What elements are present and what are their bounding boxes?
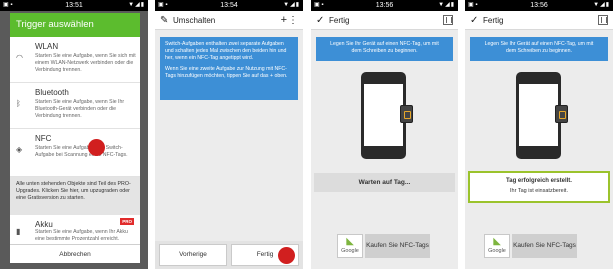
signal-battery-icons: ▼◢▮ [438,2,455,8]
signal-battery-icons: ▼◢▮ [283,2,300,8]
item-title: Bluetooth [35,88,69,97]
panel-trigger-select: ▣ ▪ 13:51 ▼◢▮ Trigger auswählen ◠ WLAN S… [0,0,148,269]
touch-indicator [278,247,295,264]
nfc-settings-icon[interactable] [443,15,453,25]
cancel-button[interactable]: Abbrechen [10,244,140,263]
pro-upgrade-note[interactable]: Alle unten stehenden Objekte sind Teil d… [10,177,140,215]
status-time: 13:56 [375,2,394,9]
previous-button[interactable]: Vorherige [159,244,227,266]
status-time: 13:51 [65,2,83,9]
panel-write-tag: ▣ ▪ 13:56 ▼◢▮ ✓ Fertig Legen Sie Ihr Ger… [311,0,458,269]
trigger-dialog: Trigger auswählen ◠ WLAN Starten Sie ein… [10,13,140,263]
status-time: 13:54 [220,2,238,9]
google-logo: ◣ Google [337,234,363,258]
notification-icons: ▣ ▪ [468,2,478,8]
check-icon[interactable]: ✓ [470,11,478,30]
status-time: 13:56 [530,2,548,9]
back-wand-icon[interactable]: ✎ [160,11,168,30]
google-label: Google [488,248,506,254]
item-title: WLAN [35,42,59,51]
signal-battery-icons: ▼◢▮ [128,2,145,8]
google-wallet-icon: ◣ [346,236,354,246]
trigger-item-akku[interactable]: ▮ Akku PRO Starten Sie eine Aufgabe, wen… [10,215,140,244]
phone-screen [364,84,403,146]
overflow-menu-icon[interactable]: ⋮ [288,11,298,30]
panel-switch-task: ▣ ▪ 13:54 ▼◢▮ ✎ Umschalten + ⋮ Switch-Au… [155,0,303,269]
pro-badge: PRO [120,218,134,225]
check-icon[interactable]: ✓ [316,11,324,30]
item-title: NFC [35,134,52,143]
action-bar: ✎ Umschalten + ⋮ [155,11,303,30]
panel-tag-created: ▣ ▪ 13:56 ▼◢▮ ✓ Fertig Legen Sie Ihr Ger… [465,0,613,269]
success-subtitle: Ihr Tag ist einsatzbereit. [510,188,568,194]
phone-illustration [516,72,568,159]
item-desc: Starten Sie eine Aufgabe, wenn Sie Ihr B… [35,99,125,119]
google-wallet-icon: ◣ [493,236,501,246]
item-desc: Starten Sie eine Aufgabe, wenn Ihr Akku … [35,229,128,242]
info-paragraph-2: Wenn Sie eine zweite Aufgabe zur Nutzung… [165,66,288,80]
google-logo: ◣ Google [484,234,510,258]
status-bar: ▣ ▪ 13:51 ▼◢▮ [0,0,148,11]
nfc-tag-illustration [400,105,413,123]
info-paragraph-1: Switch-Aufgaben enthalten zwei separate … [165,41,287,61]
buy-nfc-tags-button[interactable]: Kaufen Sie NFC-Tags [512,234,577,258]
trigger-item-wlan[interactable]: ◠ WLAN Starten Sie eine Aufgabe, wenn Si… [10,37,140,83]
status-bar: ▣ ▪ 13:54 ▼◢▮ [155,0,303,11]
touch-indicator [88,139,105,156]
wifi-icon: ◠ [16,53,23,62]
trigger-item-bluetooth[interactable]: ᛒ Bluetooth Starten Sie eine Aufgabe, we… [10,83,140,129]
status-bar: ▣ ▪ 13:56 ▼◢▮ [465,0,613,11]
battery-icon: ▮ [16,227,21,236]
success-message: Tag erfolgreich erstellt. Ihr Tag ist ei… [468,171,610,203]
action-bar: ✓ Fertig [311,11,458,30]
notification-icons: ▣ ▪ [314,2,324,8]
bluetooth-icon: ᛒ [16,99,21,108]
notification-icons: ▣ ▪ [3,2,13,8]
item-desc: Starten Sie eine Aufgabe oder Switch-Auf… [35,145,128,158]
signal-battery-icons: ▼◢▮ [593,2,610,8]
info-message: Switch-Aufgaben enthalten zwei separate … [160,37,298,100]
nfc-settings-icon[interactable] [598,15,608,25]
add-icon[interactable]: + [281,11,287,30]
google-label: Google [341,248,359,254]
nfc-icon: ◈ [16,145,23,154]
notification-icons: ▣ ▪ [158,2,168,8]
nfc-tag-illustration [555,105,568,123]
buy-nfc-tags-button[interactable]: Kaufen Sie NFC-Tags [365,234,430,258]
dialog-title: Trigger auswählen [10,13,140,37]
instruction-message: Legen Sie Ihr Gerät auf einen NFC-Tag, u… [316,37,453,61]
screen-title: Umschalten [173,16,216,25]
item-desc: Starten Sie eine Aufgabe, wenn Sie sich … [35,53,136,73]
waiting-status: Warten auf Tag... [314,173,455,192]
success-title: Tag erfolgreich erstellt. [506,178,572,184]
trigger-item-nfc[interactable]: ◈ NFC Starten Sie eine Aufgabe oder Swit… [10,129,140,177]
status-bar: ▣ ▪ 13:56 ▼◢▮ [311,0,458,11]
phone-illustration [361,72,413,159]
item-title: Akku [35,220,53,229]
screen-title: Fertig [329,16,350,25]
action-bar: ✓ Fertig [465,11,613,30]
phone-screen [519,84,558,146]
screen-title: Fertig [483,16,504,25]
buy-tags-row: ◣ Google Kaufen Sie NFC-Tags [484,234,577,258]
buy-tags-row: ◣ Google Kaufen Sie NFC-Tags [337,234,430,258]
instruction-message: Legen Sie Ihr Gerät auf einen NFC-Tag, u… [470,37,608,61]
